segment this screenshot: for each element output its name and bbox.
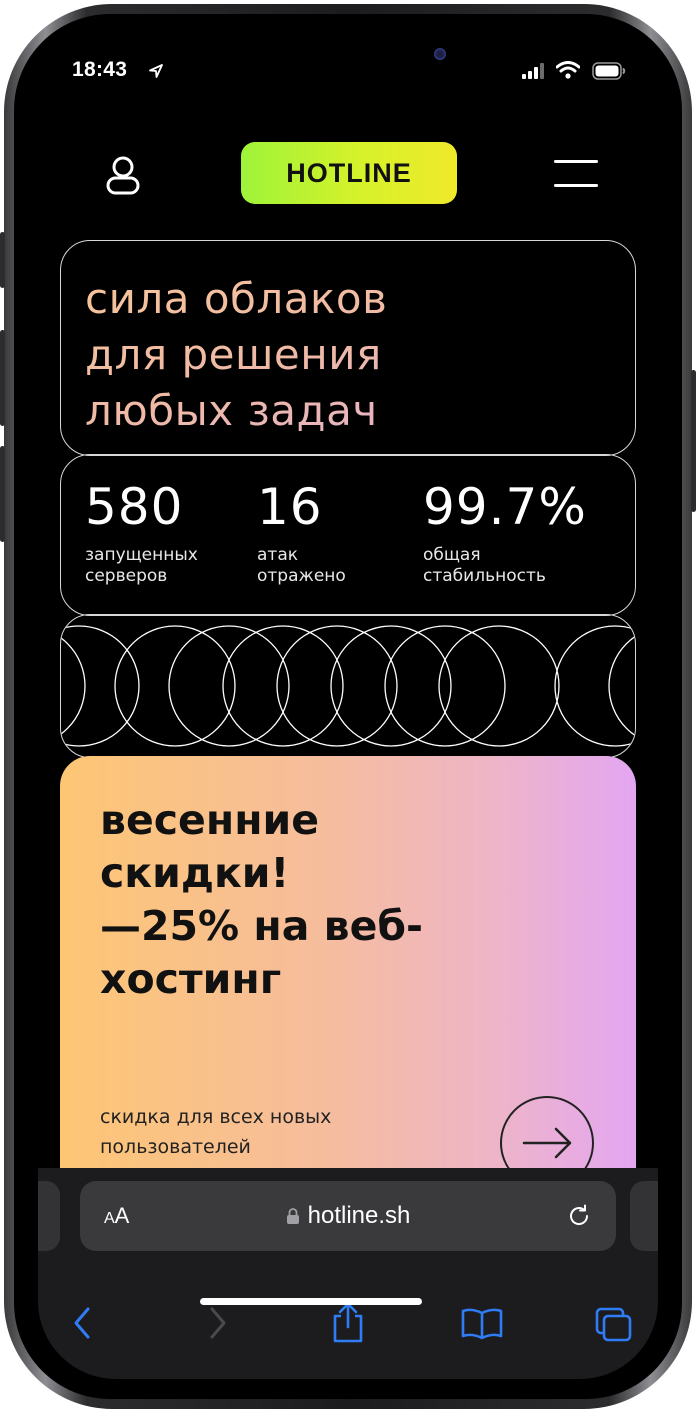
hero-heading: сила облаков для решения любых задач bbox=[85, 271, 625, 439]
volume-up-button bbox=[0, 330, 5, 426]
stat-value: 16 bbox=[257, 478, 323, 536]
camera-icon bbox=[434, 48, 446, 60]
home-indicator[interactable] bbox=[200, 1298, 422, 1305]
url-text: hotline.sh bbox=[307, 1202, 411, 1229]
safari-toolbar: AA hotline.sh bbox=[38, 1168, 658, 1379]
promo-title: весенние скидки! —25% на веб- хостинг bbox=[100, 796, 424, 1003]
bookmarks-icon[interactable] bbox=[460, 1306, 504, 1340]
user-icon[interactable] bbox=[104, 156, 142, 196]
signal-icon bbox=[522, 63, 544, 79]
menu-icon[interactable] bbox=[554, 160, 598, 188]
promo-subtitle: скидка для всех новых пользователей bbox=[100, 1106, 332, 1158]
forward-icon[interactable] bbox=[206, 1306, 228, 1340]
stat-stability: 99.7% общая стабильность bbox=[423, 479, 587, 587]
battery-icon bbox=[592, 62, 626, 80]
power-button bbox=[691, 370, 696, 512]
share-icon[interactable] bbox=[330, 1302, 366, 1344]
stat-label: атак отражено bbox=[257, 545, 346, 586]
stat-label: общая стабильность bbox=[423, 545, 546, 586]
hero-line-3: любых задач bbox=[85, 386, 378, 435]
hero-card: сила облаков для решения любых задач bbox=[60, 240, 636, 456]
address-bar[interactable]: AA hotline.sh bbox=[80, 1181, 616, 1251]
reload-icon[interactable] bbox=[566, 1203, 592, 1229]
location-arrow-icon bbox=[149, 64, 163, 78]
circles-decoration bbox=[61, 625, 635, 747]
next-tab-preview[interactable] bbox=[630, 1181, 658, 1251]
hero-line-1: сила облаков bbox=[85, 274, 388, 323]
previous-tab-preview[interactable] bbox=[38, 1181, 60, 1251]
stat-servers: 580 запущенных серверов bbox=[85, 479, 235, 587]
side-button bbox=[0, 232, 5, 288]
stats-card: 580 запущенных серверов 16 атак отражено… bbox=[60, 454, 636, 616]
logo[interactable]: HOTLINE bbox=[241, 142, 457, 204]
stat-label: запущенных серверов bbox=[85, 545, 198, 586]
back-icon[interactable] bbox=[72, 1306, 94, 1340]
stat-value: 99.7% bbox=[423, 478, 587, 536]
tabs-icon[interactable] bbox=[594, 1306, 634, 1344]
notch bbox=[222, 34, 474, 90]
url-field[interactable]: hotline.sh bbox=[80, 1202, 616, 1230]
wifi-icon bbox=[556, 61, 580, 79]
hero-line-2: для решения bbox=[85, 330, 382, 379]
volume-down-button bbox=[0, 446, 5, 542]
lock-icon bbox=[286, 1208, 299, 1224]
stat-value: 580 bbox=[85, 478, 184, 536]
status-time: 18:43 bbox=[72, 58, 128, 81]
stat-attacks: 16 атак отражено bbox=[257, 479, 367, 587]
rings-card bbox=[60, 614, 636, 758]
screen: 18:43 HOTLINE сила облаков для решения л… bbox=[38, 34, 658, 1379]
